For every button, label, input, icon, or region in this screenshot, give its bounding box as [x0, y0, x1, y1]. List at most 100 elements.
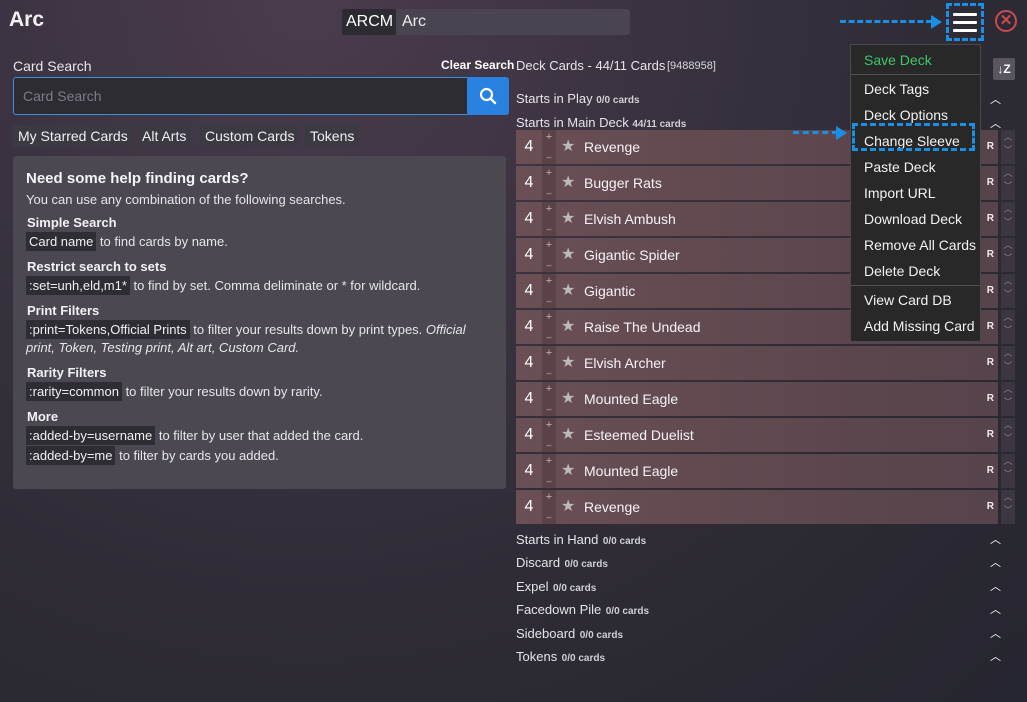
increment-button[interactable]: + [542, 347, 556, 359]
card-search-input[interactable] [14, 78, 467, 114]
menu-item-import-url[interactable]: Import URL [851, 180, 980, 206]
tab-my-starred-cards[interactable]: My Starred Cards [13, 125, 133, 147]
card-row[interactable]: 4 + – ★ Esteemed Duelist R ︿ ﹀ [516, 418, 1015, 452]
chevron-up-icon[interactable]: ︿ [990, 91, 1001, 107]
star-icon[interactable]: ★ [561, 346, 575, 380]
card-name[interactable]: Gigantic Spider [584, 238, 680, 272]
decrement-button[interactable]: – [542, 188, 556, 198]
decrement-button[interactable]: – [542, 260, 556, 270]
menu-item-remove-all-cards[interactable]: Remove All Cards [851, 232, 980, 258]
row-scroll-control[interactable]: ︿ ﹀ [1001, 454, 1015, 488]
star-icon[interactable]: ★ [561, 202, 575, 236]
menu-item-add-missing-card[interactable]: Add Missing Card [851, 313, 980, 339]
menu-item-delete-deck[interactable]: Delete Deck [851, 258, 980, 284]
menu-item-deck-tags[interactable]: Deck Tags [851, 76, 980, 102]
increment-button[interactable]: + [542, 239, 556, 251]
card-row[interactable]: 4 + – ★ Mounted Eagle R ︿ ﹀ [516, 382, 1015, 416]
increment-button[interactable]: + [542, 491, 556, 503]
card-row[interactable]: 4 + – ★ Revenge R ︿ ﹀ [516, 490, 1015, 524]
increment-button[interactable]: + [542, 131, 556, 143]
card-row[interactable]: 4 + – ★ Mounted Eagle R ︿ ﹀ [516, 454, 1015, 488]
rarity-tag: R [986, 177, 994, 188]
row-scroll-control[interactable]: ︿ ﹀ [1001, 274, 1015, 308]
card-name[interactable]: Bugger Rats [584, 166, 662, 200]
decrement-button[interactable]: – [542, 332, 556, 342]
star-icon[interactable]: ★ [561, 166, 575, 200]
card-name[interactable]: Revenge [584, 490, 640, 524]
chevron-up-icon[interactable]: ︿ [990, 648, 1001, 664]
chevron-up-icon[interactable]: ︿ [990, 115, 1001, 131]
star-icon[interactable]: ★ [561, 130, 575, 164]
zone-expel[interactable]: Expel 0/0 cards ︿ [516, 578, 1006, 601]
card-name[interactable]: Mounted Eagle [584, 382, 678, 416]
card-name[interactable]: Elvish Ambush [584, 202, 676, 236]
increment-button[interactable]: + [542, 383, 556, 395]
clear-search-link[interactable]: Clear Search [441, 58, 514, 72]
tab-alt-arts[interactable]: Alt Arts [137, 125, 192, 147]
row-scroll-control[interactable]: ︿ ﹀ [1001, 310, 1015, 344]
increment-button[interactable]: + [542, 167, 556, 179]
card-quantity: 4 [524, 174, 534, 191]
card-name[interactable]: Revenge [584, 130, 640, 164]
increment-button[interactable]: + [542, 311, 556, 323]
increment-button[interactable]: + [542, 203, 556, 215]
star-icon[interactable]: ★ [561, 454, 575, 488]
star-icon[interactable]: ★ [561, 418, 575, 452]
star-icon[interactable]: ★ [561, 382, 575, 416]
chevron-up-icon[interactable]: ︿ [990, 625, 1001, 641]
zone-discard[interactable]: Discard 0/0 cards ︿ [516, 554, 1006, 577]
row-scroll-control[interactable]: ︿ ﹀ [1001, 202, 1015, 236]
card-name[interactable]: Esteemed Duelist [584, 418, 694, 452]
decrement-button[interactable]: – [542, 404, 556, 414]
decrement-button[interactable]: – [542, 512, 556, 522]
zone-starts-in-hand[interactable]: Starts in Hand 0/0 cards ︿ [516, 531, 1006, 554]
star-icon[interactable]: ★ [561, 274, 575, 308]
menu-item-download-deck[interactable]: Download Deck [851, 206, 980, 232]
row-scroll-control[interactable]: ︿ ﹀ [1001, 382, 1015, 416]
menu-item-view-card-db[interactable]: View Card DB [851, 287, 980, 313]
card-name[interactable]: Mounted Eagle [584, 454, 678, 488]
star-icon[interactable]: ★ [561, 310, 575, 344]
search-button[interactable] [467, 77, 509, 115]
card-name[interactable]: Gigantic [584, 274, 635, 308]
close-icon[interactable]: ✕ [995, 10, 1017, 32]
row-scroll-control[interactable]: ︿ ﹀ [1001, 130, 1015, 164]
deck-name-input[interactable] [396, 9, 630, 35]
zone-tokens[interactable]: Tokens 0/0 cards ︿ [516, 648, 1006, 671]
decrement-button[interactable]: – [542, 296, 556, 306]
help-simple-title: Simple Search [27, 215, 117, 230]
row-scroll-control[interactable]: ︿ ﹀ [1001, 346, 1015, 380]
decrement-button[interactable]: – [542, 152, 556, 162]
increment-button[interactable]: + [542, 455, 556, 467]
zone-facedown-pile[interactable]: Facedown Pile 0/0 cards ︿ [516, 601, 1006, 624]
zone-starts-in-main-deck[interactable]: Starts in Main Deck 44/11 cards [516, 115, 686, 130]
chevron-up-icon[interactable]: ︿ [990, 531, 1001, 547]
row-scroll-control[interactable]: ︿ ﹀ [1001, 490, 1015, 524]
row-scroll-control[interactable]: ︿ ﹀ [1001, 418, 1015, 452]
decrement-button[interactable]: – [542, 440, 556, 450]
row-scroll-control[interactable]: ︿ ﹀ [1001, 238, 1015, 272]
hamburger-menu-button[interactable] [946, 3, 984, 41]
card-name[interactable]: Raise The Undead [584, 310, 700, 344]
decrement-button[interactable]: – [542, 224, 556, 234]
card-name[interactable]: Elvish Archer [584, 346, 666, 380]
increment-button[interactable]: + [542, 419, 556, 431]
chevron-up-icon[interactable]: ︿ [990, 578, 1001, 594]
tab-tokens[interactable]: Tokens [305, 125, 360, 147]
increment-button[interactable]: + [542, 275, 556, 287]
row-scroll-control[interactable]: ︿ ﹀ [1001, 166, 1015, 200]
menu-item-save-deck[interactable]: Save Deck [851, 47, 980, 73]
star-icon[interactable]: ★ [561, 490, 575, 524]
menu-item-paste-deck[interactable]: Paste Deck [851, 154, 980, 180]
chevron-up-icon[interactable]: ︿ [990, 601, 1001, 617]
tab-custom-cards[interactable]: Custom Cards [200, 125, 300, 147]
card-row[interactable]: 4 + – ★ Elvish Archer R ︿ ﹀ [516, 346, 1015, 380]
zone-sideboard[interactable]: Sideboard 0/0 cards ︿ [516, 625, 1006, 648]
zone-count: 0/0 cards [579, 629, 624, 641]
zone-starts-in-play[interactable]: Starts in Play 0/0 cards [516, 91, 640, 106]
decrement-button[interactable]: – [542, 476, 556, 486]
star-icon[interactable]: ★ [561, 238, 575, 272]
decrement-button[interactable]: – [542, 368, 556, 378]
chevron-up-icon[interactable]: ︿ [990, 554, 1001, 570]
sort-icon[interactable]: ↓Z [993, 58, 1015, 80]
